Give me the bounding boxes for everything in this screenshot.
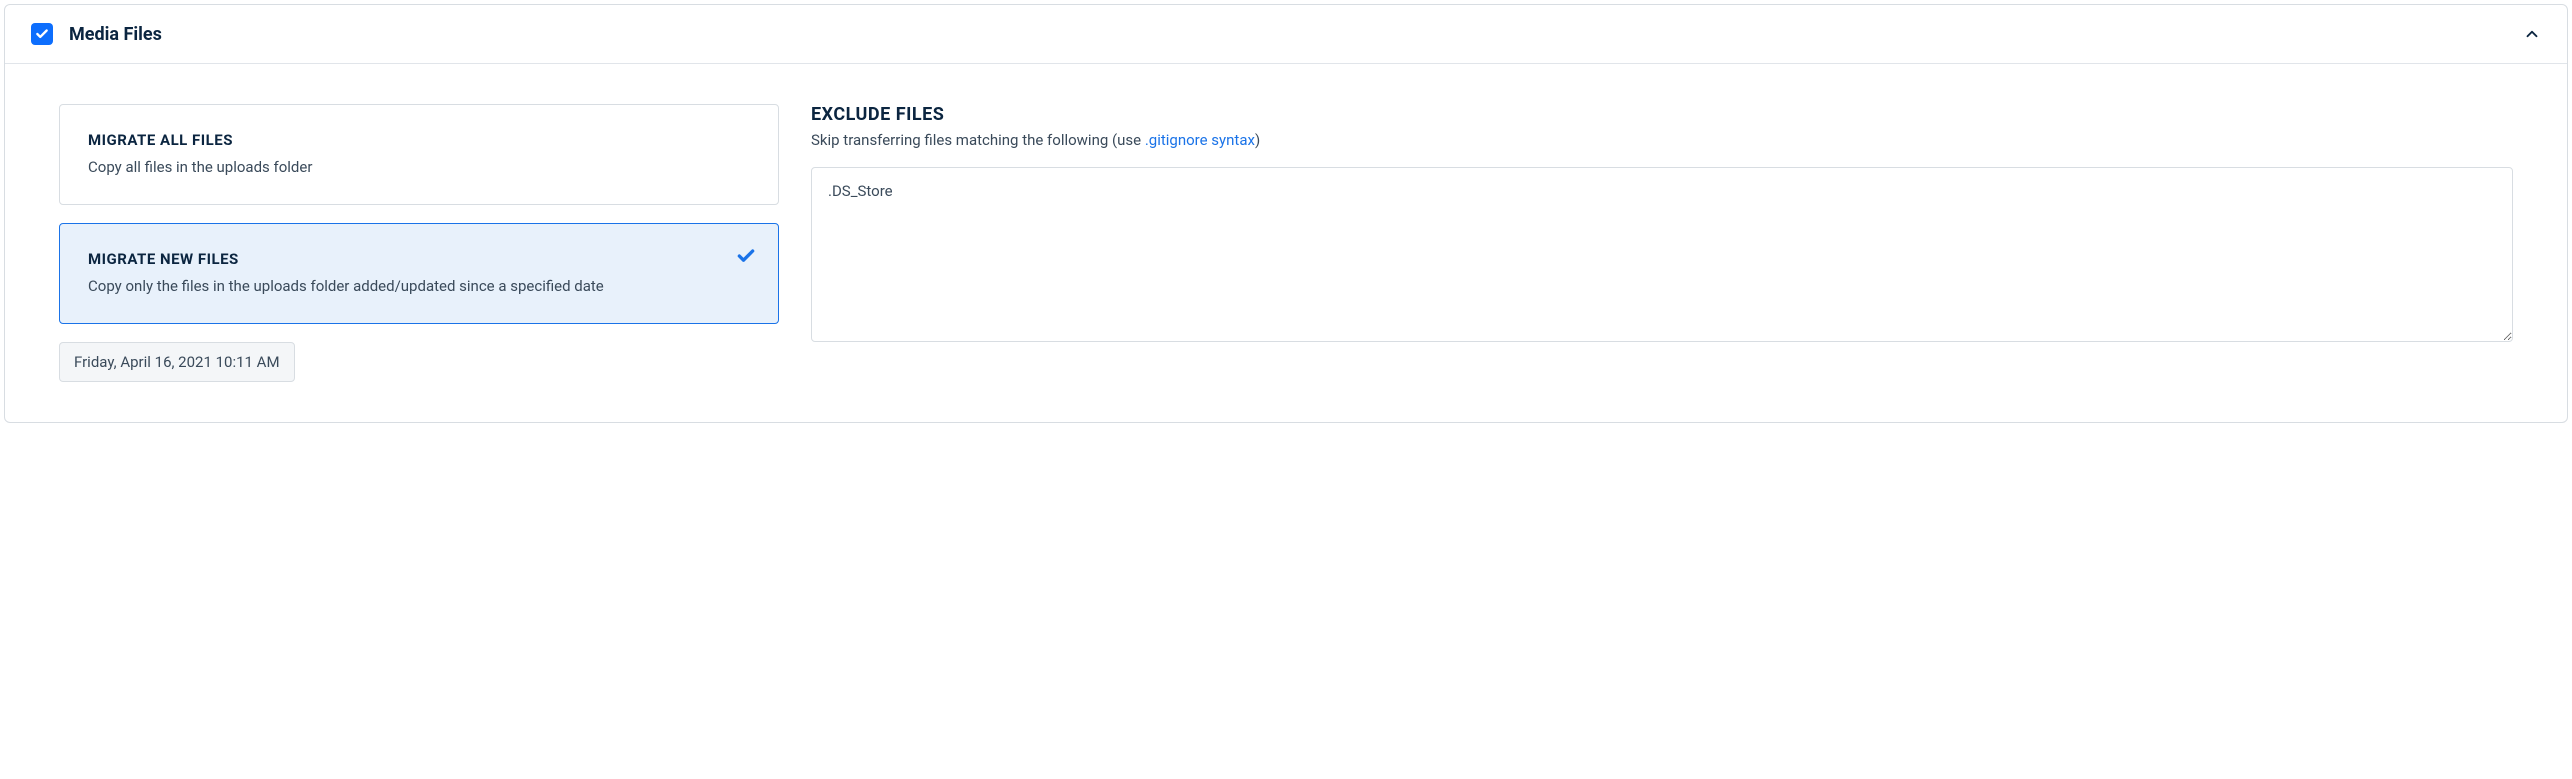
panel-header: Media Files — [5, 5, 2567, 64]
migrate-new-option[interactable]: MIGRATE NEW FILES Copy only the files in… — [59, 223, 779, 324]
option-desc: Copy all files in the uploads folder — [88, 157, 750, 178]
option-title: MIGRATE ALL FILES — [88, 131, 750, 149]
selected-check-icon — [736, 246, 756, 270]
option-desc: Copy only the files in the uploads folde… — [88, 276, 750, 297]
gitignore-syntax-link[interactable]: .gitignore syntax — [1145, 131, 1255, 149]
media-files-checkbox[interactable] — [31, 23, 53, 45]
exclude-column: EXCLUDE FILES Skip transferring files ma… — [811, 104, 2513, 382]
check-icon — [35, 27, 49, 41]
exclude-title: EXCLUDE FILES — [811, 104, 2513, 125]
media-files-panel: Media Files MIGRATE ALL FILES Copy all f… — [4, 4, 2568, 423]
panel-title: Media Files — [69, 24, 162, 45]
panel-body: MIGRATE ALL FILES Copy all files in the … — [5, 64, 2567, 422]
collapse-toggle[interactable] — [2523, 25, 2541, 43]
exclude-textarea[interactable]: .DS_Store — [811, 167, 2513, 342]
exclude-desc: Skip transferring files matching the fol… — [811, 131, 2513, 149]
date-picker[interactable]: Friday, April 16, 2021 10:11 AM — [59, 342, 295, 382]
migrate-options-column: MIGRATE ALL FILES Copy all files in the … — [59, 104, 779, 382]
exclude-desc-suffix: ) — [1255, 131, 1260, 149]
migrate-all-option[interactable]: MIGRATE ALL FILES Copy all files in the … — [59, 104, 779, 205]
exclude-desc-prefix: Skip transferring files matching the fol… — [811, 131, 1145, 149]
chevron-up-icon — [2523, 25, 2541, 43]
option-title: MIGRATE NEW FILES — [88, 250, 750, 268]
